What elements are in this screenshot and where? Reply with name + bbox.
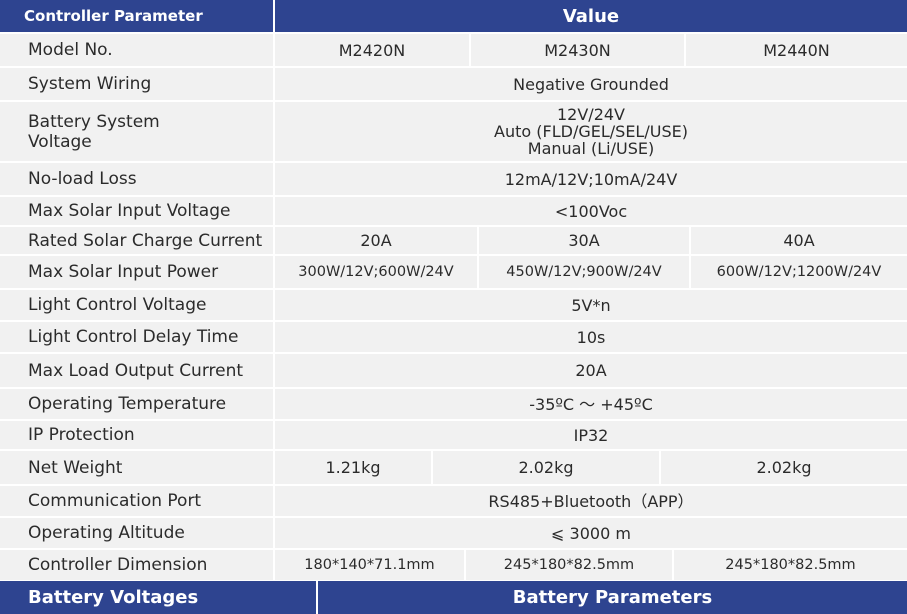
row-label: System Wiring [28,74,152,94]
cell-value: -35ºC ～ +45ºC [529,394,653,414]
row-label-line2: Voltage [28,131,92,152]
cell-weight-2: 2.02kg [518,458,574,477]
cell-value: 12mA/12V;10mA/24V [504,169,678,189]
table-row-max-solar-input-voltage: Max Solar Input Voltage <100Voc [0,197,907,225]
row-label: Controller Dimension [28,555,208,575]
cell-power-3: 600W/12V;1200W/24V [716,264,882,280]
row-label: IP Protection [28,425,135,445]
row-label: Operating Temperature [28,394,227,414]
cell-value: RS485+Bluetooth（APP） [488,491,694,511]
table-row-model-no: Model No. M2420N M2430N M2440N [0,34,907,66]
table-row-light-control-delay: Light Control Delay Time 10s [0,322,907,352]
row-label: Battery System Voltage [28,102,268,161]
value-line2: Auto (FLD/GEL/SEL/USE) [494,122,688,141]
table-row-no-load-loss: No-load Loss 12mA/12V;10mA/24V [0,163,907,195]
row-label: Max Load Output Current [28,360,244,381]
row-label: No-load Loss [28,169,137,189]
cell-weight-3: 2.02kg [756,458,812,477]
row-label: Operating Altitude [28,523,185,543]
cell-weight-1: 1.21kg [325,458,381,477]
table-row-rated-solar-charge-current: Rated Solar Charge Current 20A 30A 40A [0,227,907,254]
controller-parameter-table: Controller Parameter Value Model No. M24… [0,0,907,614]
header-value: Value [275,0,907,32]
cell-value: ⩽ 3000 m [551,523,631,543]
cell-current-2: 30A [568,231,600,250]
cell-value: Negative Grounded [513,74,669,94]
cell-model-2: M2430N [544,40,611,60]
footer-battery-voltages: Battery Voltages [0,581,316,614]
table-row-communication-port: Communication Port RS485+Bluetooth（APP） [0,486,907,516]
row-label-line1: Battery System [28,111,160,132]
cell-value: IP32 [573,425,609,445]
row-label: Light Control Delay Time [28,327,239,347]
cell-power-1: 300W/12V;600W/24V [298,264,454,280]
cell-value: 12V/24V Auto (FLD/GEL/SEL/USE) Manual (L… [275,102,907,161]
row-label: Rated Solar Charge Current [28,230,263,251]
cell-dimension-3: 245*180*82.5mm [725,557,856,573]
cell-model-3: M2440N [763,40,830,60]
cell-dimension-2: 245*180*82.5mm [503,557,635,573]
table-row-net-weight: Net Weight 1.21kg 2.02kg 2.02kg [0,451,907,484]
row-label: Max Solar Input Power [28,262,219,282]
cell-power-2: 450W/12V;900W/24V [506,264,662,280]
table-row-ip-protection: IP Protection IP32 [0,421,907,449]
cell-model-1: M2420N [338,40,406,60]
cell-current-3: 40A [783,231,815,250]
cell-value: 10s [576,327,606,347]
row-label: Net Weight [28,457,123,478]
value-line1: 12V/24V [557,105,625,124]
table-row-light-control-voltage: Light Control Voltage 5V*n [0,290,907,320]
value-line3: Manual (Li/USE) [527,139,655,158]
row-label: Light Control Voltage [28,295,207,315]
footer-battery-parameters: Battery Parameters [318,581,907,614]
table-row-battery-system-voltage: Battery System Voltage 12V/24V Auto (FLD… [0,102,907,161]
cell-current-1: 20A [360,231,392,250]
header-controller-parameter: Controller Parameter [0,0,273,32]
table-row-operating-altitude: Operating Altitude ⩽ 3000 m [0,518,907,548]
table-row-system-wiring: System Wiring Negative Grounded [0,68,907,100]
table-row-max-solar-input-power: Max Solar Input Power 300W/12V;600W/24V … [0,256,907,288]
row-label: Max Solar Input Voltage [28,201,231,221]
cell-value: 5V*n [571,295,611,315]
row-label: Model No. [28,40,113,60]
table-row-operating-temperature: Operating Temperature -35ºC ～ +45ºC [0,389,907,419]
table-row-max-load-output-current: Max Load Output Current 20A [0,354,907,387]
cell-value: <100Voc [554,201,628,221]
table-row-controller-dimension: Controller Dimension 180*140*71.1mm 245*… [0,550,907,580]
cell-dimension-1: 180*140*71.1mm [304,557,435,573]
cell-value: 20A [575,361,607,380]
row-label: Communication Port [28,491,202,511]
